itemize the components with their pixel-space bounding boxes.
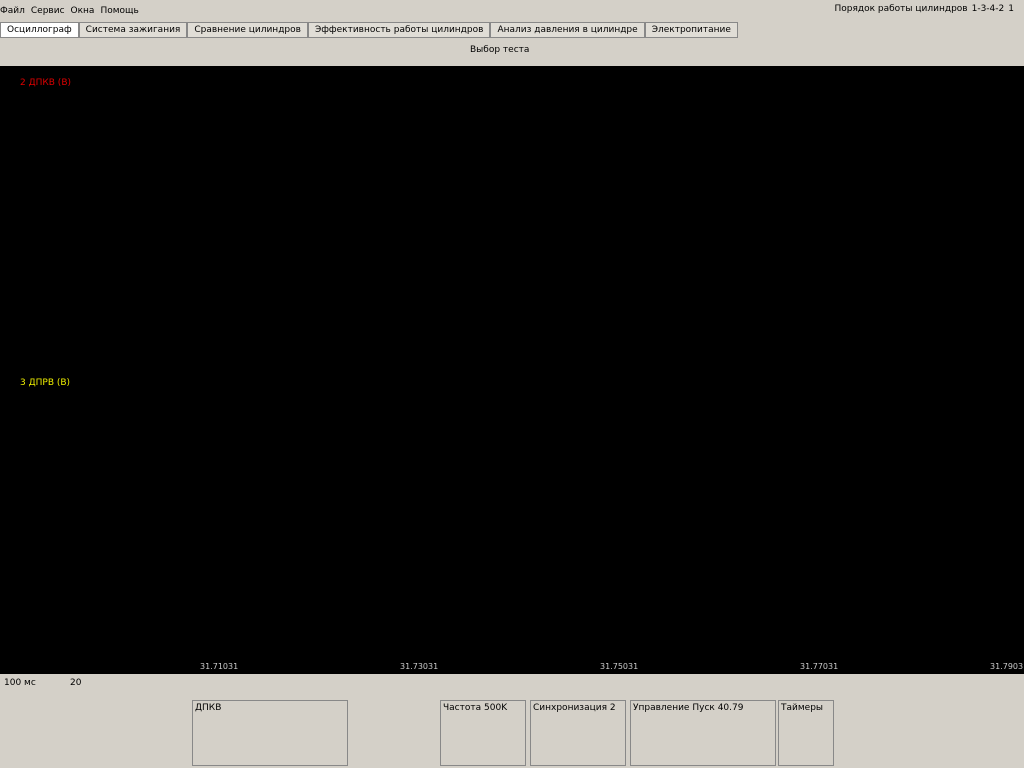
tab-ignition[interactable]: Система зажигания <box>78 22 188 38</box>
timebase-select[interactable]: 100 мс <box>4 678 36 688</box>
tab-efficiency[interactable]: Эффективность работы цилиндров <box>307 22 491 38</box>
menu-help[interactable]: Помощь <box>100 6 138 16</box>
sync-panel: Синхронизация 2 <box>530 700 626 766</box>
firing-order-count[interactable]: 1 <box>1008 4 1014 14</box>
tab-oscilloscope[interactable]: Осциллограф <box>0 22 79 38</box>
menu-service[interactable]: Сервис <box>31 6 65 16</box>
scope-area[interactable]: 2 ДПКВ (В) 3 ДПРВ (В) <box>0 66 1024 662</box>
sync-title: Синхронизация <box>533 703 607 713</box>
tab-pressure[interactable]: Анализ давления в цилиндре <box>490 22 645 38</box>
frequency-knob[interactable]: 500K <box>484 703 507 713</box>
x-tick: 31.77031 <box>800 662 839 671</box>
frequency-title: Частота <box>443 703 482 713</box>
control-group: Управление Пуск 40.79 <box>630 700 776 766</box>
firing-order-label: Порядок работы цилиндров <box>834 4 968 14</box>
points-select[interactable]: 20 <box>70 678 81 688</box>
x-tick: 31.73031 <box>400 662 439 671</box>
control-panel: 100 мс 20 ДПКВ Частота 500K Синхронизаци… <box>0 676 1024 768</box>
menu-file[interactable]: Файл <box>0 6 25 16</box>
tab-cylinder-compare[interactable]: Сравнение цилиндров <box>187 22 308 38</box>
firing-order-select[interactable]: 1-3-4-2 <box>972 4 1005 14</box>
test-select[interactable]: Выбор теста <box>470 45 529 55</box>
x-tick: 31.71031 <box>200 662 239 671</box>
control-title: Управление <box>633 703 690 713</box>
x-axis: 31.71031 31.73031 31.75031 31.77031 31.7… <box>0 662 1024 674</box>
firing-order: Порядок работы цилиндров 1-3-4-2 1 <box>834 4 1014 14</box>
timers-title: Таймеры <box>781 703 824 713</box>
sync-select[interactable]: 2 <box>610 703 616 713</box>
channel-panel: ДПКВ <box>192 700 348 766</box>
channel-3-label: 3 ДПРВ (В) <box>20 378 71 388</box>
menu-windows[interactable]: Окна <box>71 6 95 16</box>
toolbar: Выбор теста <box>0 42 1024 62</box>
sensor-field[interactable]: ДПКВ <box>195 703 221 713</box>
x-tick: 31.7903 <box>990 662 1024 671</box>
value-readout: 40.79 <box>717 703 744 713</box>
x-tick: 31.75031 <box>600 662 639 671</box>
channel-2-label: 2 ДПКВ (В) <box>20 78 72 88</box>
timers-panel: Таймеры <box>778 700 834 766</box>
tab-bar: Осциллограф Система зажигания Сравнение … <box>0 22 738 38</box>
frequency-panel: Частота 500K <box>440 700 526 766</box>
tab-power[interactable]: Электропитание <box>644 22 738 38</box>
run-button[interactable]: Пуск <box>692 703 714 713</box>
